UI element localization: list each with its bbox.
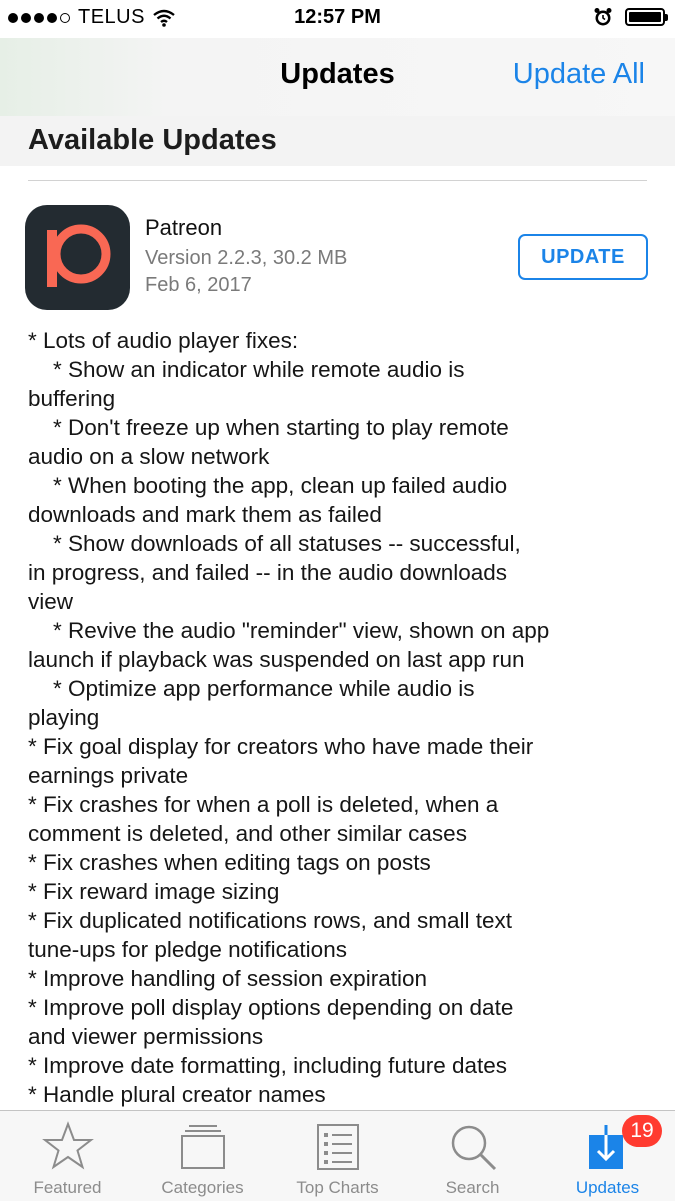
- tab-label: Top Charts: [296, 1178, 379, 1197]
- release-note-line: * When booting the app, clean up failed …: [28, 473, 508, 498]
- tab-label: Search: [445, 1178, 500, 1197]
- release-note-line: launch if playback was suspended on last…: [28, 647, 525, 672]
- release-note-line: * Handle plural creator names: [28, 1082, 326, 1107]
- tab-search[interactable]: Search: [405, 1111, 540, 1201]
- release-note-line: buffering: [28, 386, 116, 411]
- updates-count-badge: 19: [622, 1115, 662, 1147]
- release-notes: * Lots of audio player fixes: * Show an …: [28, 326, 658, 1109]
- release-note-line: * Fix goal display for creators who have…: [28, 734, 534, 759]
- release-note-line: * Show an indicator while remote audio i…: [28, 357, 465, 382]
- release-note-line: * Lots of audio player fixes:: [28, 328, 299, 353]
- alarm-clock-icon: [594, 8, 612, 26]
- app-release-date: Feb 6, 2017: [145, 274, 252, 296]
- tab-bar: Featured Categories Top Charts Search 19…: [0, 1110, 675, 1201]
- release-note-line: * Show downloads of all statuses -- succ…: [28, 531, 521, 556]
- magnifier-icon: [451, 1125, 497, 1171]
- tab-label: Featured: [33, 1178, 102, 1197]
- release-note-line: * Fix crashes for when a poll is deleted…: [28, 792, 499, 817]
- release-note-line: playing: [28, 705, 100, 730]
- tab-label: Categories: [161, 1178, 244, 1197]
- release-note-line: comment is deleted, and other similar ca…: [28, 821, 467, 846]
- release-note-line: * Revive the audio "reminder" view, show…: [28, 618, 550, 643]
- tab-updates[interactable]: 19 Updates: [540, 1111, 675, 1201]
- release-note-line: * Optimize app performance while audio i…: [28, 676, 475, 701]
- navigation-bar: Updates Update All: [0, 38, 675, 117]
- tab-categories[interactable]: Categories: [135, 1111, 270, 1201]
- patreon-logo-icon[interactable]: [25, 205, 130, 310]
- release-note-line: in progress, and failed -- in the audio …: [28, 560, 508, 585]
- release-note-line: * Improve poll display options depending…: [28, 995, 514, 1020]
- release-note-line: view: [28, 589, 74, 614]
- app-name[interactable]: Patreon: [145, 215, 222, 241]
- available-updates-heading: Available Updates: [28, 124, 277, 156]
- release-note-line: * Fix duplicated notifications rows, and…: [28, 908, 512, 933]
- clock-time: 12:57 PM: [294, 6, 381, 28]
- battery-icon: [625, 8, 668, 26]
- list-icon: [317, 1124, 359, 1170]
- status-bar: TELUS 12:57 PM: [0, 0, 675, 38]
- app-version: Version 2.2.3, 30.2 MB: [145, 247, 348, 269]
- stacked-cards-icon: [181, 1125, 225, 1169]
- release-note-line: * Improve handling of session expiration: [28, 966, 427, 991]
- tab-featured[interactable]: Featured: [0, 1111, 135, 1201]
- release-note-line: * Don't freeze up when starting to play …: [28, 415, 509, 440]
- update-button[interactable]: UPDATE: [518, 234, 648, 280]
- status-right: [593, 7, 668, 27]
- tab-label: Updates: [575, 1178, 640, 1197]
- release-note-line: audio on a slow network: [28, 444, 270, 469]
- release-note-line: * Fix reward image sizing: [28, 879, 280, 904]
- star-icon: [42, 1121, 94, 1170]
- divider: [28, 180, 647, 181]
- release-note-line: tune-ups for pledge notifications: [28, 937, 347, 962]
- tab-top-charts[interactable]: Top Charts: [270, 1111, 405, 1201]
- section-header: Available Updates: [0, 116, 675, 166]
- release-note-line: earnings private: [28, 763, 189, 788]
- release-note-line: and viewer permissions: [28, 1024, 264, 1049]
- release-note-line: * Improve date formatting, including fut…: [28, 1053, 508, 1078]
- release-note-line: downloads and mark them as failed: [28, 502, 382, 527]
- release-note-line: * Fix crashes when editing tags on posts: [28, 850, 431, 875]
- update-all-button[interactable]: Update All: [513, 58, 645, 91]
